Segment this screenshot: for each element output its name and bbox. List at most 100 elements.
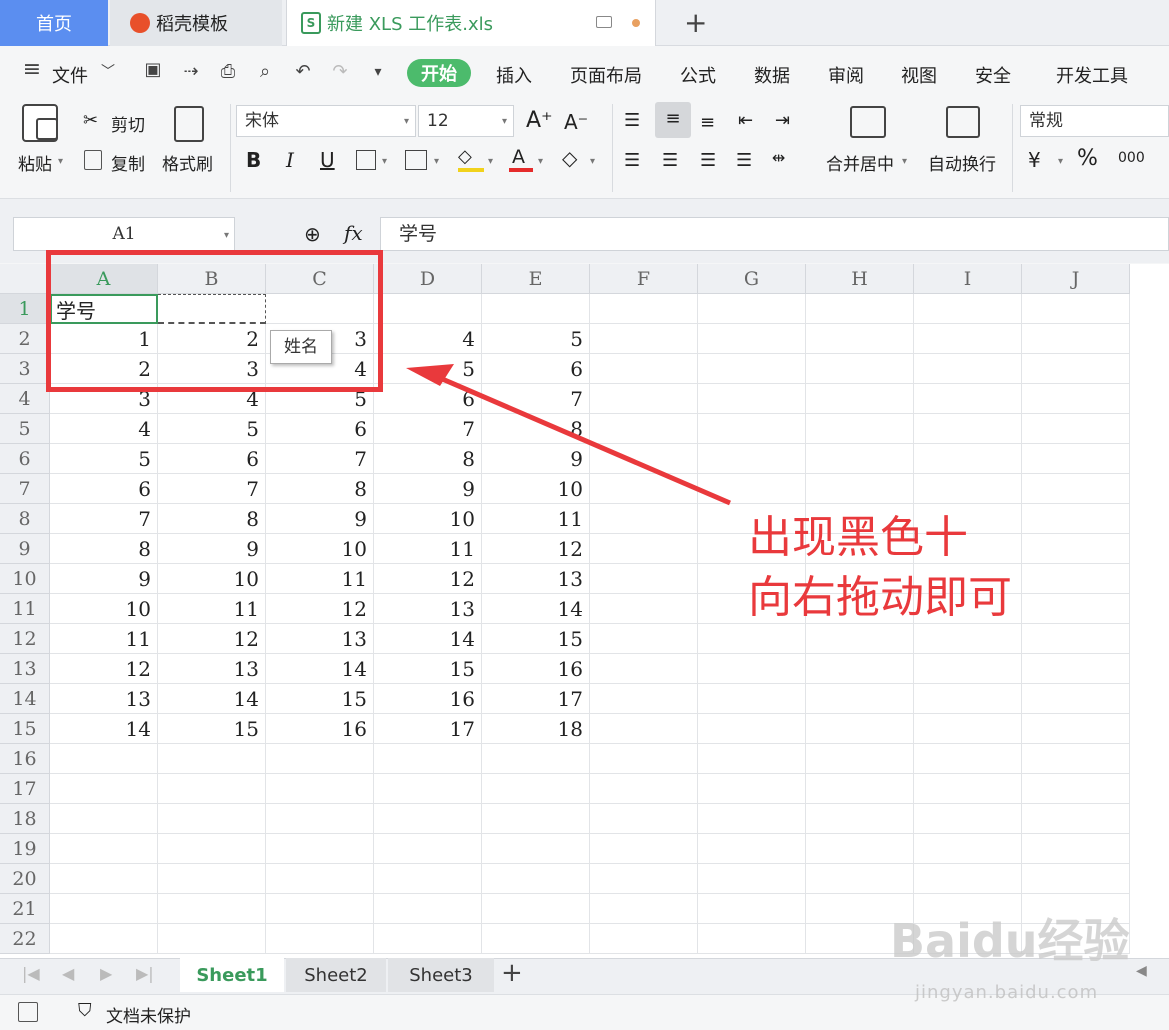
cell-i18[interactable] [914,804,1022,834]
cell-d11[interactable]: 13 [374,594,482,624]
format-painter-button[interactable]: 格式刷 [162,150,213,175]
cell-j4[interactable] [1022,384,1130,414]
cell-i16[interactable] [914,744,1022,774]
copy-icon[interactable] [84,150,102,170]
font-size-dropdown-icon[interactable]: ▾ [502,116,507,127]
cell-c7[interactable]: 8 [266,474,374,504]
merge-dropdown-icon[interactable]: ▾ [902,156,907,167]
fx-button[interactable]: fx [344,221,363,245]
select-all-corner[interactable] [0,264,50,294]
clear-format-dropdown-icon[interactable]: ▾ [590,156,595,167]
cell-h14[interactable] [806,684,914,714]
cell-i12[interactable] [914,624,1022,654]
number-format-select[interactable]: 常规 [1020,105,1169,137]
cell-f12[interactable] [590,624,698,654]
cell-d21[interactable] [374,894,482,924]
cell-f18[interactable] [590,804,698,834]
first-sheet-icon[interactable]: |◀ [22,964,40,983]
italic-button[interactable]: I [286,148,294,172]
cell-b8[interactable]: 8 [158,504,266,534]
cell-f14[interactable] [590,684,698,714]
add-sheet-button[interactable]: + [501,958,523,988]
border-icon[interactable] [356,150,376,170]
font-name-dropdown-icon[interactable]: ▾ [404,116,409,127]
row-header-11[interactable]: 11 [0,594,50,624]
cell-j6[interactable] [1022,444,1130,474]
cell-g22[interactable] [698,924,806,954]
cell-f16[interactable] [590,744,698,774]
cell-j12[interactable] [1022,624,1130,654]
cell-e14[interactable]: 17 [482,684,590,714]
menu-insert[interactable]: 插入 [496,62,532,88]
cell-e20[interactable] [482,864,590,894]
font-color-icon[interactable]: A [512,146,525,168]
cell-e17[interactable] [482,774,590,804]
cell-e11[interactable]: 14 [482,594,590,624]
scissors-icon[interactable]: ✂ [83,110,98,131]
cell-d8[interactable]: 10 [374,504,482,534]
menu-formula[interactable]: 公式 [680,62,716,88]
cell-f19[interactable] [590,834,698,864]
cell-b17[interactable] [158,774,266,804]
cell-e10[interactable]: 13 [482,564,590,594]
undo-icon[interactable]: ↶ [293,62,313,82]
cell-i17[interactable] [914,774,1022,804]
cell-e9[interactable]: 12 [482,534,590,564]
cell-f13[interactable] [590,654,698,684]
cell-a22[interactable] [50,924,158,954]
cell-b13[interactable]: 13 [158,654,266,684]
cell-h20[interactable] [806,864,914,894]
cell-e19[interactable] [482,834,590,864]
cell-g19[interactable] [698,834,806,864]
cell-b16[interactable] [158,744,266,774]
cell-i5[interactable] [914,414,1022,444]
cell-c18[interactable] [266,804,374,834]
menu-file[interactable]: 文件 [52,62,88,88]
document-icon[interactable] [18,1002,38,1022]
clear-format-icon[interactable]: ◇ [562,146,577,170]
row-header-21[interactable]: 21 [0,894,50,924]
cell-i15[interactable] [914,714,1022,744]
row-header-16[interactable]: 16 [0,744,50,774]
cell-j3[interactable] [1022,354,1130,384]
cell-f8[interactable] [590,504,698,534]
cell-f21[interactable] [590,894,698,924]
row-header-20[interactable]: 20 [0,864,50,894]
col-header-e[interactable]: E [482,264,590,294]
last-sheet-icon[interactable]: ▶| [136,964,154,983]
cell-a18[interactable] [50,804,158,834]
cell-j9[interactable] [1022,534,1130,564]
cell-h3[interactable] [806,354,914,384]
align-left-icon[interactable]: ☰ [624,150,640,171]
cell-a19[interactable] [50,834,158,864]
cell-i7[interactable] [914,474,1022,504]
cell-d9[interactable]: 11 [374,534,482,564]
menu-developer[interactable]: 开发工具 [1056,62,1128,88]
name-box[interactable]: A1 [13,217,235,251]
col-header-i[interactable]: I [914,264,1022,294]
col-header-g[interactable]: G [698,264,806,294]
new-tab-button[interactable]: + [684,6,707,39]
cell-h1[interactable] [806,294,914,324]
cell-e21[interactable] [482,894,590,924]
protect-status[interactable]: 文档未保护 [106,1002,191,1027]
print-icon[interactable]: ⎙ [218,62,238,82]
cell-a17[interactable] [50,774,158,804]
cell-g2[interactable] [698,324,806,354]
export-icon[interactable]: ⇢ [181,62,201,82]
cell-b5[interactable]: 5 [158,414,266,444]
align-top-icon[interactable]: ☰ [624,110,640,131]
more-dropdown-icon[interactable]: ▾ [368,62,388,82]
cell-c8[interactable]: 9 [266,504,374,534]
cell-i20[interactable] [914,864,1022,894]
wrap-text-button[interactable]: 自动换行 [928,150,996,175]
cell-f1[interactable] [590,294,698,324]
row-header-6[interactable]: 6 [0,444,50,474]
align-middle-icon[interactable]: ≡ [655,102,691,138]
cell-f22[interactable] [590,924,698,954]
cell-g15[interactable] [698,714,806,744]
next-sheet-icon[interactable]: ▶ [100,964,112,983]
prev-sheet-icon[interactable]: ◀ [62,964,74,983]
fill-color-dropdown-icon[interactable]: ▾ [488,156,493,167]
cell-b9[interactable]: 9 [158,534,266,564]
